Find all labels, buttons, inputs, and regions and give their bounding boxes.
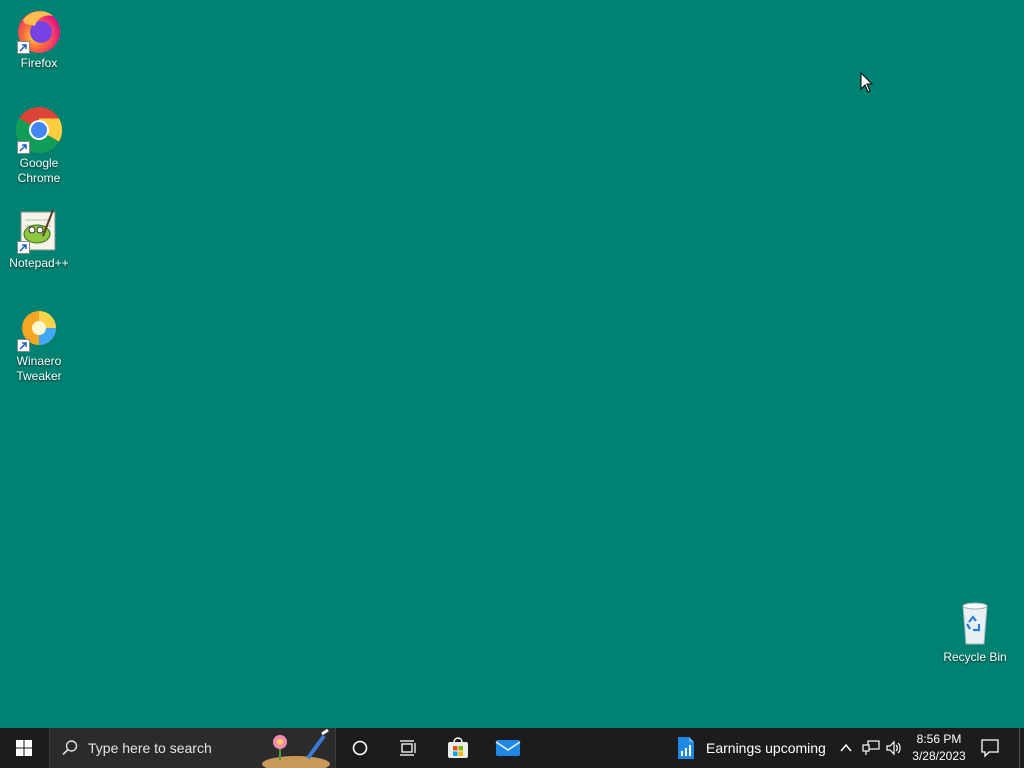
search-placeholder: Type here to search — [88, 740, 212, 756]
desktop-icon-label: Recycle Bin — [943, 650, 1007, 664]
desktop-icon-label: Winaero Tweaker — [16, 354, 62, 383]
network-icon[interactable] — [862, 740, 880, 756]
search-highlight-art-icon — [262, 728, 330, 768]
desktop-icon-label: Firefox — [20, 56, 58, 70]
clock-time: 8:56 PM — [916, 732, 962, 746]
desktop-icon-notepad-plus-plus[interactable]: Notepad++ — [1, 206, 77, 271]
task-view-icon — [400, 740, 416, 756]
desktop-icon-label: Google Chrome — [17, 156, 61, 185]
task-view-button[interactable] — [388, 728, 428, 768]
shortcut-arrow-icon — [17, 41, 30, 54]
desktop: Firefox Google Chrome Notepad++ Winaero … — [0, 0, 1024, 728]
news-widget[interactable]: Earnings upcoming — [670, 728, 830, 768]
news-widget-text: Earnings upcoming — [706, 740, 826, 756]
shortcut-arrow-icon — [17, 141, 30, 154]
taskbar-search-box[interactable]: Type here to search — [49, 728, 336, 768]
show-desktop-button[interactable] — [1019, 728, 1020, 768]
taskbar-microsoft-store[interactable] — [438, 728, 478, 768]
stock-chart-icon — [678, 737, 694, 759]
search-icon — [62, 740, 78, 756]
clock-date: 3/28/2023 — [912, 749, 966, 763]
start-button[interactable] — [0, 728, 48, 768]
chevron-up-icon[interactable] — [839, 742, 853, 754]
firefox-icon — [15, 6, 63, 54]
taskbar-mail[interactable] — [488, 728, 528, 768]
microsoft-store-icon — [448, 737, 468, 758]
desktop-icon-label: Notepad++ — [9, 256, 69, 270]
shortcut-arrow-icon — [17, 339, 30, 352]
taskbar-clock[interactable]: 8:56 PM 3/28/2023 — [906, 731, 972, 765]
desktop-icon-recycle-bin[interactable]: Recycle Bin — [937, 600, 1013, 665]
recycle-bin-icon — [951, 600, 999, 648]
desktop-icon-firefox[interactable]: Firefox — [1, 6, 77, 71]
shortcut-arrow-icon — [17, 241, 30, 254]
taskbar: Type here to search Earnings upcoming 8:… — [0, 728, 1024, 768]
volume-icon[interactable] — [885, 740, 903, 756]
cortana-button[interactable] — [340, 728, 380, 768]
mail-icon — [495, 740, 521, 756]
action-center-icon[interactable] — [980, 738, 1000, 758]
chrome-icon — [15, 106, 63, 154]
windows-logo-icon — [16, 740, 32, 756]
notepad-plus-plus-icon — [15, 206, 63, 254]
winaero-tweaker-icon — [15, 304, 63, 352]
cortana-circle-icon — [352, 740, 368, 756]
mouse-pointer-icon — [860, 71, 874, 94]
desktop-icon-google-chrome[interactable]: Google Chrome — [1, 106, 77, 186]
desktop-icon-winaero-tweaker[interactable]: Winaero Tweaker — [1, 304, 77, 384]
